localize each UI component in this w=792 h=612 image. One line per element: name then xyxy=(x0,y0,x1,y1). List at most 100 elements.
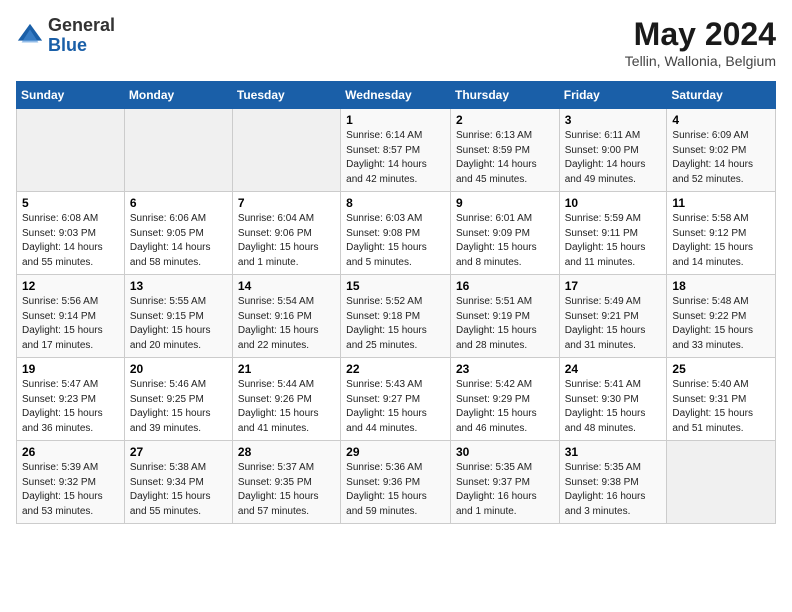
calendar-cell: 16 Sunrise: 5:51 AMSunset: 9:19 PMDayligh… xyxy=(450,275,559,358)
calendar-cell: 23 Sunrise: 5:42 AMSunset: 9:29 PMDayligh… xyxy=(450,358,559,441)
calendar-cell: 28 Sunrise: 5:37 AMSunset: 9:35 PMDayligh… xyxy=(232,441,340,524)
day-number: 19 xyxy=(22,362,119,376)
page-header: General Blue May 2024 Tellin, Wallonia, … xyxy=(16,16,776,69)
calendar-cell: 29 Sunrise: 5:36 AMSunset: 9:36 PMDayligh… xyxy=(341,441,451,524)
day-number: 26 xyxy=(22,445,119,459)
calendar-cell: 5Sunrise: 6:08 AMSunset: 9:03 PMDaylight… xyxy=(17,192,125,275)
day-number: 28 xyxy=(238,445,335,459)
day-info: Sunrise: 5:36 AMSunset: 9:36 PMDaylight:… xyxy=(346,461,445,519)
calendar-cell: 30 Sunrise: 5:35 AMSunset: 9:37 PMDayligh… xyxy=(450,441,559,524)
day-number: 27 xyxy=(130,445,227,459)
day-info: Sunrise: 5:47 AMSunset: 9:23 PMDaylight:… xyxy=(22,378,119,436)
day-number: 31 xyxy=(565,445,662,459)
calendar-week-3: 12Sunrise: 5:56 AMSunset: 9:14 PMDayligh… xyxy=(17,275,776,358)
logo: General Blue xyxy=(16,16,115,56)
calendar-cell: 22Sunrise: 5:43 AMSunset: 9:27 PMDayligh… xyxy=(341,358,451,441)
day-number: 1 xyxy=(346,113,445,127)
day-info: Sunrise: 6:14 AMSunset: 8:57 PMDaylight:… xyxy=(346,129,445,187)
weekday-header-saturday: Saturday xyxy=(667,82,776,109)
day-number: 15 xyxy=(346,279,445,293)
weekday-header-wednesday: Wednesday xyxy=(341,82,451,109)
calendar-week-2: 5Sunrise: 6:08 AMSunset: 9:03 PMDaylight… xyxy=(17,192,776,275)
month-year-title: May 2024 xyxy=(625,16,776,53)
day-info: Sunrise: 6:01 AMSunset: 9:09 PMDaylight:… xyxy=(456,212,554,270)
day-number: 23 xyxy=(456,362,554,376)
day-number: 21 xyxy=(238,362,335,376)
day-number: 4 xyxy=(672,113,770,127)
day-info: Sunrise: 6:06 AMSunset: 9:05 PMDaylight:… xyxy=(130,212,227,270)
calendar-cell: 9 Sunrise: 6:01 AMSunset: 9:09 PMDaylight… xyxy=(450,192,559,275)
calendar-cell: 1 Sunrise: 6:14 AMSunset: 8:57 PMDaylight… xyxy=(341,109,451,192)
calendar-cell: 7Sunrise: 6:04 AMSunset: 9:06 PMDaylight… xyxy=(232,192,340,275)
day-number: 29 xyxy=(346,445,445,459)
day-info: Sunrise: 6:04 AMSunset: 9:06 PMDaylight:… xyxy=(238,212,335,270)
day-info: Sunrise: 5:40 AMSunset: 9:31 PMDaylight:… xyxy=(672,378,770,436)
calendar-cell: 12Sunrise: 5:56 AMSunset: 9:14 PMDayligh… xyxy=(17,275,125,358)
day-number: 10 xyxy=(565,196,662,210)
day-number: 30 xyxy=(456,445,554,459)
calendar-cell: 24Sunrise: 5:41 AMSunset: 9:30 PMDayligh… xyxy=(559,358,667,441)
day-number: 17 xyxy=(565,279,662,293)
calendar-cell: 11 Sunrise: 5:58 AMSunset: 9:12 PMDayligh… xyxy=(667,192,776,275)
logo-blue-text: Blue xyxy=(48,35,87,55)
weekday-header-friday: Friday xyxy=(559,82,667,109)
day-info: Sunrise: 5:42 AMSunset: 9:29 PMDaylight:… xyxy=(456,378,554,436)
weekday-header-thursday: Thursday xyxy=(450,82,559,109)
calendar-cell xyxy=(232,109,340,192)
calendar-cell: 17 Sunrise: 5:49 AMSunset: 9:21 PMDayligh… xyxy=(559,275,667,358)
weekday-header-row: SundayMondayTuesdayWednesdayThursdayFrid… xyxy=(17,82,776,109)
calendar-week-5: 26 Sunrise: 5:39 AMSunset: 9:32 PMDayligh… xyxy=(17,441,776,524)
day-number: 9 xyxy=(456,196,554,210)
calendar-cell: 2Sunrise: 6:13 AMSunset: 8:59 PMDaylight… xyxy=(450,109,559,192)
day-number: 8 xyxy=(346,196,445,210)
day-number: 16 xyxy=(456,279,554,293)
logo-icon xyxy=(16,22,44,50)
day-info: Sunrise: 5:37 AMSunset: 9:35 PMDaylight:… xyxy=(238,461,335,519)
day-info: Sunrise: 5:48 AMSunset: 9:22 PMDaylight:… xyxy=(672,295,770,353)
calendar-cell: 13Sunrise: 5:55 AMSunset: 9:15 PMDayligh… xyxy=(124,275,232,358)
day-info: Sunrise: 5:55 AMSunset: 9:15 PMDaylight:… xyxy=(130,295,227,353)
day-info: Sunrise: 5:56 AMSunset: 9:14 PMDaylight:… xyxy=(22,295,119,353)
day-info: Sunrise: 5:39 AMSunset: 9:32 PMDaylight:… xyxy=(22,461,119,519)
calendar-cell: 31 Sunrise: 5:35 AMSunset: 9:38 PMDayligh… xyxy=(559,441,667,524)
calendar-cell: 27Sunrise: 5:38 AMSunset: 9:34 PMDayligh… xyxy=(124,441,232,524)
weekday-header-tuesday: Tuesday xyxy=(232,82,340,109)
calendar-cell: 20 Sunrise: 5:46 AMSunset: 9:25 PMDayligh… xyxy=(124,358,232,441)
calendar-cell: 6 Sunrise: 6:06 AMSunset: 9:05 PMDaylight… xyxy=(124,192,232,275)
calendar-cell: 21 Sunrise: 5:44 AMSunset: 9:26 PMDayligh… xyxy=(232,358,340,441)
day-number: 3 xyxy=(565,113,662,127)
calendar-cell: 15 Sunrise: 5:52 AMSunset: 9:18 PMDayligh… xyxy=(341,275,451,358)
calendar-week-4: 19 Sunrise: 5:47 AMSunset: 9:23 PMDayligh… xyxy=(17,358,776,441)
day-info: Sunrise: 5:51 AMSunset: 9:19 PMDaylight:… xyxy=(456,295,554,353)
day-info: Sunrise: 6:11 AMSunset: 9:00 PMDaylight:… xyxy=(565,129,662,187)
day-info: Sunrise: 5:44 AMSunset: 9:26 PMDaylight:… xyxy=(238,378,335,436)
calendar-cell: 3 Sunrise: 6:11 AMSunset: 9:00 PMDaylight… xyxy=(559,109,667,192)
calendar-table: SundayMondayTuesdayWednesdayThursdayFrid… xyxy=(16,81,776,524)
day-info: Sunrise: 6:08 AMSunset: 9:03 PMDaylight:… xyxy=(22,212,119,270)
day-number: 25 xyxy=(672,362,770,376)
calendar-cell: 19 Sunrise: 5:47 AMSunset: 9:23 PMDayligh… xyxy=(17,358,125,441)
day-info: Sunrise: 5:35 AMSunset: 9:37 PMDaylight:… xyxy=(456,461,554,519)
day-info: Sunrise: 5:58 AMSunset: 9:12 PMDaylight:… xyxy=(672,212,770,270)
calendar-cell xyxy=(17,109,125,192)
calendar-cell: 18Sunrise: 5:48 AMSunset: 9:22 PMDayligh… xyxy=(667,275,776,358)
calendar-week-1: 1 Sunrise: 6:14 AMSunset: 8:57 PMDaylight… xyxy=(17,109,776,192)
day-info: Sunrise: 5:49 AMSunset: 9:21 PMDaylight:… xyxy=(565,295,662,353)
day-number: 11 xyxy=(672,196,770,210)
day-info: Sunrise: 5:52 AMSunset: 9:18 PMDaylight:… xyxy=(346,295,445,353)
day-number: 2 xyxy=(456,113,554,127)
weekday-header-monday: Monday xyxy=(124,82,232,109)
day-number: 20 xyxy=(130,362,227,376)
calendar-cell: 8 Sunrise: 6:03 AMSunset: 9:08 PMDaylight… xyxy=(341,192,451,275)
day-number: 14 xyxy=(238,279,335,293)
day-number: 6 xyxy=(130,196,227,210)
day-number: 24 xyxy=(565,362,662,376)
day-info: Sunrise: 6:03 AMSunset: 9:08 PMDaylight:… xyxy=(346,212,445,270)
weekday-header-sunday: Sunday xyxy=(17,82,125,109)
day-info: Sunrise: 5:43 AMSunset: 9:27 PMDaylight:… xyxy=(346,378,445,436)
day-info: Sunrise: 5:35 AMSunset: 9:38 PMDaylight:… xyxy=(565,461,662,519)
calendar-cell: 25 Sunrise: 5:40 AMSunset: 9:31 PMDayligh… xyxy=(667,358,776,441)
calendar-cell: 26 Sunrise: 5:39 AMSunset: 9:32 PMDayligh… xyxy=(17,441,125,524)
calendar-cell: 14Sunrise: 5:54 AMSunset: 9:16 PMDayligh… xyxy=(232,275,340,358)
day-info: Sunrise: 5:46 AMSunset: 9:25 PMDaylight:… xyxy=(130,378,227,436)
